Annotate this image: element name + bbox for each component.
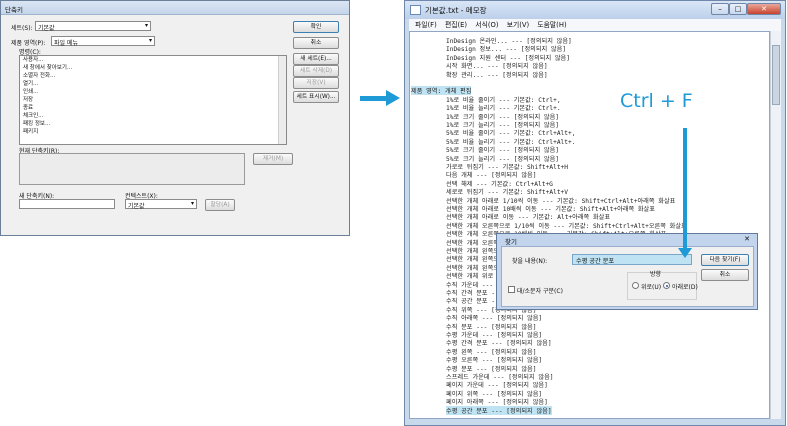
- match-case-checkbox[interactable]: [508, 286, 515, 293]
- cancel-button[interactable]: 취소: [293, 37, 339, 49]
- direction-down-radio[interactable]: [663, 282, 670, 289]
- direction-label: 방향: [650, 271, 662, 278]
- menu-bar: 파일(F) 편집(E) 서식(O) 보기(V) 도움말(H): [409, 19, 781, 31]
- menu-edit[interactable]: 편집(E): [445, 19, 467, 31]
- menu-help[interactable]: 도움말(H): [537, 19, 566, 31]
- chevron-down-icon: ▾: [190, 200, 194, 207]
- context-value: 기본값: [128, 203, 145, 210]
- match-case-label: 대/소문자 구분(C): [517, 288, 563, 295]
- text-area[interactable]: InDesign 온라인... --- [정의되지 않음] InDesign 정보…: [409, 31, 770, 419]
- new-key-input[interactable]: [19, 199, 115, 209]
- list-item[interactable]: 소멸자 전화...: [20, 72, 286, 80]
- set-select[interactable]: 기본값 ▾: [35, 21, 151, 32]
- show-set-button[interactable]: 세트 표시(W)...: [293, 91, 339, 103]
- list-item[interactable]: 종료: [20, 104, 286, 112]
- find-dialog-body: 찾을 내용(N): 수평 공간 분포 다음 찾기(F) 취소 방향 위로(U) …: [501, 246, 754, 307]
- direction-down-label: 아래로(D): [672, 284, 698, 291]
- list-item[interactable]: 패키지: [20, 128, 286, 136]
- arrow-head-icon: [678, 248, 692, 258]
- find-dialog: 찾기 ✕ 찾을 내용(N): 수평 공간 분포 다음 찾기(F) 취소 방향 위…: [496, 233, 758, 310]
- notepad-titlebar: 기본값.txt - 메모장 – □ ✕: [405, 1, 785, 19]
- find-next-button[interactable]: 다음 찾기(F): [701, 254, 749, 266]
- find-input[interactable]: 수평 공간 분포: [572, 254, 692, 265]
- find-label: 찾을 내용(N):: [512, 258, 548, 265]
- list-item[interactable]: 저장: [20, 96, 286, 104]
- list-item[interactable]: 인쇄...: [20, 88, 286, 96]
- ok-button[interactable]: 확인: [293, 21, 339, 33]
- chevron-down-icon: ▾: [148, 37, 152, 44]
- new-set-button[interactable]: 새 세트(E)...: [293, 53, 339, 65]
- menu-view[interactable]: 보기(V): [507, 19, 529, 31]
- arrow-head-icon: [386, 90, 400, 106]
- close-button[interactable]: ✕: [747, 3, 781, 15]
- notepad-title: 기본값.txt - 메모장: [425, 6, 487, 15]
- shortcut-dialog: 단축키 세트(S): 기본값 ▾ 제품 영역(P): 파일 메뉴 ▾ 명령(C)…: [0, 0, 350, 236]
- context-select[interactable]: 기본값 ▾: [125, 199, 197, 210]
- text-line: 수평 공간 분포 --- [정의되지 않음]: [446, 405, 552, 415]
- minimize-button[interactable]: –: [711, 3, 729, 15]
- list-item[interactable]: 체크인...: [20, 112, 286, 120]
- chevron-down-icon: ▾: [144, 22, 148, 29]
- area-select[interactable]: 파일 메뉴 ▾: [51, 36, 155, 47]
- set-label: 세트(S):: [11, 25, 33, 32]
- current-keys-list[interactable]: [19, 153, 245, 185]
- menu-format[interactable]: 서식(O): [475, 19, 498, 31]
- list-item[interactable]: 사용자...: [20, 56, 286, 64]
- set-value: 기본값: [38, 25, 55, 32]
- notepad-window: 기본값.txt - 메모장 – □ ✕ 파일(F) 편집(E) 서식(O) 보기…: [404, 0, 786, 426]
- scrollbar-thumb[interactable]: [772, 45, 780, 105]
- commands-list[interactable]: 사용자... 새 창에서 찾아보기... 소멸자 전화... 열기... 인쇄.…: [19, 55, 287, 145]
- maximize-button[interactable]: □: [729, 3, 747, 15]
- assign-button[interactable]: 할당(A): [205, 199, 235, 211]
- list-item[interactable]: 열기...: [20, 80, 286, 88]
- list-item[interactable]: 패킹 정보...: [20, 120, 286, 128]
- arrow-right-icon: [360, 96, 388, 101]
- notepad-icon: [410, 5, 421, 15]
- area-value: 파일 메뉴: [54, 40, 78, 47]
- list-item[interactable]: 새 창에서 찾아보기...: [20, 64, 286, 72]
- area-label: 제품 영역(P):: [11, 40, 46, 47]
- cancel-button[interactable]: 취소: [701, 269, 749, 281]
- shortcut-annotation: Ctrl + F: [620, 90, 693, 112]
- text-line: 확장 관리... --- [정의되지 않음]: [446, 71, 548, 79]
- arrow-down-icon: [683, 128, 687, 250]
- remove-button[interactable]: 제거(M): [253, 153, 293, 165]
- find-dialog-title: 찾기: [505, 238, 517, 246]
- close-icon[interactable]: ✕: [740, 235, 754, 244]
- dialog-title: 단축키: [1, 1, 349, 15]
- menu-file[interactable]: 파일(F): [415, 19, 437, 31]
- save-button[interactable]: 저장(V): [293, 77, 339, 89]
- direction-up-radio[interactable]: [632, 282, 639, 289]
- direction-up-label: 위로(U): [641, 284, 662, 291]
- vertical-scrollbar[interactable]: [770, 31, 781, 419]
- list-scrollbar[interactable]: [278, 56, 286, 144]
- delete-set-button[interactable]: 세트 삭제(D): [293, 65, 339, 77]
